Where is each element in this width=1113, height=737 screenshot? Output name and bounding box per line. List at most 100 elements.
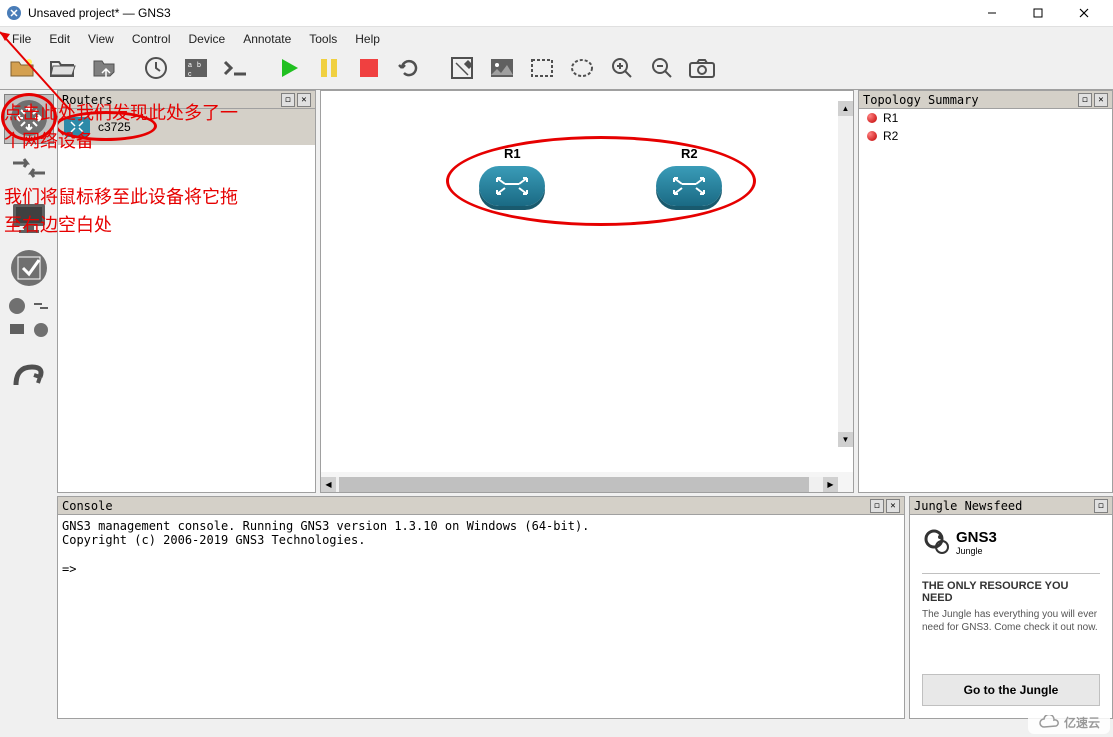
ellipse-icon bbox=[569, 57, 595, 82]
abc-icon: abc bbox=[183, 55, 209, 84]
titlebar: Unsaved project* — GNS3 bbox=[0, 0, 1113, 27]
maximize-button[interactable] bbox=[1015, 0, 1061, 27]
cloud-icon bbox=[1038, 715, 1060, 731]
svg-text:a: a bbox=[188, 62, 192, 69]
topology-panel-title: Topology Summary bbox=[863, 93, 1076, 107]
save-project-button[interactable] bbox=[84, 52, 122, 88]
terminal-icon bbox=[222, 56, 250, 83]
menu-control[interactable]: Control bbox=[124, 30, 179, 48]
topology-item-label: R2 bbox=[883, 129, 898, 143]
jungle-panel-title: Jungle Newsfeed bbox=[914, 499, 1092, 513]
panel-float-button[interactable]: ◻ bbox=[1078, 93, 1092, 107]
menu-help[interactable]: Help bbox=[347, 30, 388, 48]
menu-tools[interactable]: Tools bbox=[301, 30, 345, 48]
switch-icon bbox=[9, 153, 49, 186]
start-all-button[interactable] bbox=[270, 52, 308, 88]
screenshot-button[interactable] bbox=[683, 52, 721, 88]
add-link-button[interactable] bbox=[4, 352, 54, 402]
switch-small-button[interactable] bbox=[30, 296, 52, 318]
jungle-headline: THE ONLY RESOURCE YOU NEED bbox=[922, 580, 1100, 604]
scroll-up-icon[interactable]: ▲ bbox=[838, 101, 853, 116]
topology-item-label: R1 bbox=[883, 111, 898, 125]
svg-text:c: c bbox=[188, 71, 192, 78]
all-devices-button[interactable] bbox=[6, 296, 28, 318]
status-stopped-icon bbox=[867, 113, 877, 123]
zoom-in-button[interactable] bbox=[603, 52, 641, 88]
console-line: Copyright (c) 2006-2019 GNS3 Technologie… bbox=[62, 533, 900, 547]
console-line: GNS3 management console. Running GNS3 ve… bbox=[62, 519, 900, 533]
minimize-button[interactable] bbox=[969, 0, 1015, 27]
firewall-icon bbox=[8, 247, 50, 292]
panel-float-button[interactable]: ◻ bbox=[281, 93, 295, 107]
go-to-jungle-button[interactable]: Go to the Jungle bbox=[922, 674, 1100, 706]
svg-text:b: b bbox=[197, 62, 201, 69]
menu-view[interactable]: View bbox=[80, 30, 122, 48]
pause-all-button[interactable] bbox=[310, 52, 348, 88]
panel-close-button[interactable]: ✕ bbox=[297, 93, 311, 107]
jungle-logo: GNS3 Jungle bbox=[922, 527, 1100, 557]
watermark-text: 亿速云 bbox=[1064, 714, 1100, 731]
rectangle-icon bbox=[529, 57, 555, 82]
window-title: Unsaved project* — GNS3 bbox=[28, 6, 969, 20]
cloud-small-icon bbox=[32, 321, 50, 342]
router-small-icon bbox=[8, 297, 26, 318]
menubar: File Edit View Control Device Annotate T… bbox=[0, 27, 1113, 50]
scroll-down-icon[interactable]: ▼ bbox=[838, 432, 853, 447]
save-icon bbox=[90, 55, 116, 84]
topology-panel: Topology Summary ◻ ✕ R1 R2 bbox=[858, 90, 1113, 493]
zoom-out-button[interactable] bbox=[643, 52, 681, 88]
console-panel: Console ◻ ✕ GNS3 management console. Run… bbox=[57, 496, 905, 719]
arrow-icon bbox=[58, 109, 80, 120]
rectangle-button[interactable] bbox=[523, 52, 561, 88]
stop-icon bbox=[357, 56, 381, 83]
snapshot-button[interactable] bbox=[137, 52, 175, 88]
console-output[interactable]: GNS3 management console. Running GNS3 ve… bbox=[58, 515, 904, 718]
menu-annotate[interactable]: Annotate bbox=[235, 30, 299, 48]
insert-image-button[interactable] bbox=[483, 52, 521, 88]
jungle-brand: GNS3 bbox=[956, 529, 997, 546]
cloud-small-button[interactable] bbox=[30, 320, 52, 342]
close-button[interactable] bbox=[1061, 0, 1107, 27]
reload-icon bbox=[396, 55, 422, 84]
jungle-panel: Jungle Newsfeed ◻ GNS3 Jungle THE ONLY R… bbox=[909, 496, 1113, 719]
panel-close-button[interactable]: ✕ bbox=[886, 499, 900, 513]
clock-icon bbox=[143, 55, 169, 84]
annotation-text-1: 点击此处我们发现此处多了一个网络设备 bbox=[58, 109, 254, 156]
app-icon bbox=[6, 5, 22, 21]
stop-all-button[interactable] bbox=[350, 52, 388, 88]
note-icon bbox=[449, 55, 475, 84]
workspace-canvas[interactable]: R1 R2 ▲ ▼ ◀ ▶ bbox=[320, 90, 854, 493]
play-icon bbox=[277, 56, 301, 83]
add-note-button[interactable] bbox=[443, 52, 481, 88]
host-small-button[interactable] bbox=[6, 320, 28, 342]
console-panel-title: Console bbox=[62, 499, 868, 513]
zoom-out-icon bbox=[649, 55, 675, 84]
image-icon bbox=[489, 57, 515, 82]
horizontal-scrollbar[interactable]: ◀ ▶ bbox=[321, 477, 838, 492]
panel-float-button[interactable]: ◻ bbox=[870, 499, 884, 513]
switch-small-icon bbox=[32, 299, 50, 316]
panel-close-button[interactable]: ✕ bbox=[1094, 93, 1108, 107]
panel-float-button[interactable]: ◻ bbox=[1094, 499, 1108, 513]
pause-icon bbox=[317, 56, 341, 83]
ellipse-button[interactable] bbox=[563, 52, 601, 88]
routers-panel: Routers ◻ ✕ c3725 点击此处我们发现此处多了一个网络设备 我们将… bbox=[57, 90, 316, 493]
jungle-description: The Jungle has everything you will ever … bbox=[922, 608, 1100, 664]
topology-item-r1[interactable]: R1 bbox=[859, 109, 1112, 127]
reload-all-button[interactable] bbox=[390, 52, 428, 88]
vertical-scrollbar[interactable]: ▲ ▼ bbox=[838, 101, 853, 447]
monitor-small-icon bbox=[8, 322, 26, 341]
console-prompt: => bbox=[62, 562, 900, 576]
scroll-left-icon[interactable]: ◀ bbox=[321, 477, 336, 492]
link-icon bbox=[8, 355, 50, 400]
console-all-button[interactable] bbox=[217, 52, 255, 88]
status-stopped-icon bbox=[867, 131, 877, 141]
menu-device[interactable]: Device bbox=[181, 30, 234, 48]
scroll-thumb[interactable] bbox=[339, 477, 809, 492]
security-category-button[interactable] bbox=[4, 244, 54, 294]
topology-item-r2[interactable]: R2 bbox=[859, 127, 1112, 145]
scroll-right-icon[interactable]: ▶ bbox=[823, 477, 838, 492]
gns3-logo-icon bbox=[922, 527, 952, 557]
show-names-button[interactable]: abc bbox=[177, 52, 215, 88]
camera-icon bbox=[688, 56, 716, 83]
